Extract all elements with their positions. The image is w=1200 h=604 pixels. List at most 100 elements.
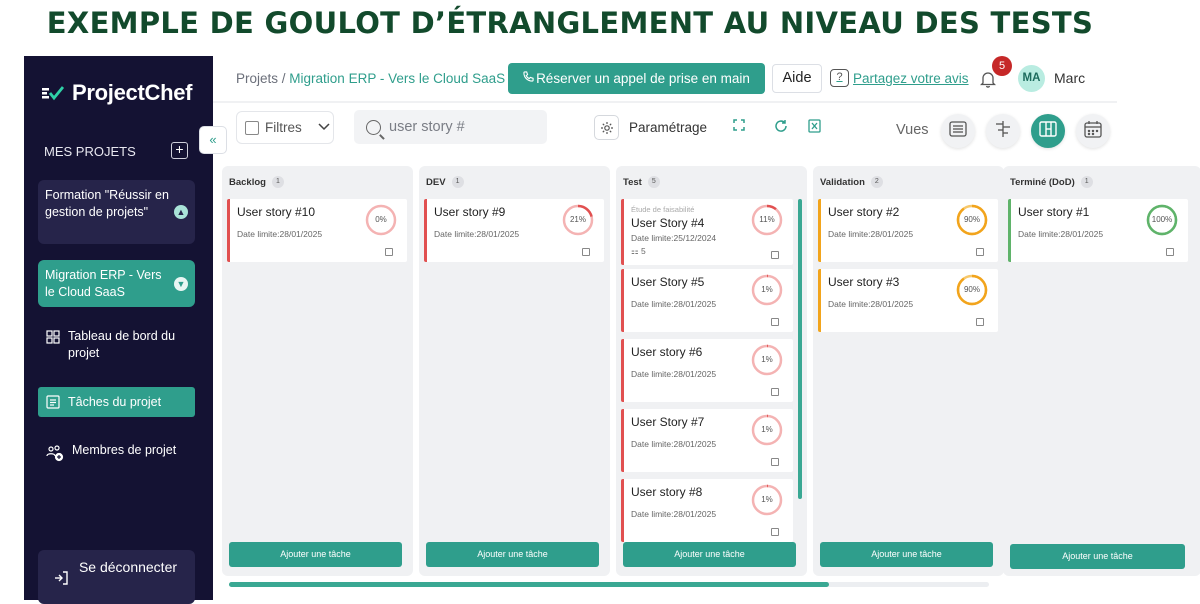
progress-label: 90% [963,215,980,224]
project-card-migration[interactable]: Migration ERP - Vers le Cloud SaaS ▼ [38,260,195,307]
bell-icon[interactable] [979,71,997,88]
logo[interactable]: ProjectChef [42,80,192,106]
column-title: DEV [426,176,446,188]
edit-icon[interactable] [976,318,984,326]
chevron-down-icon[interactable]: ▼ [174,276,188,291]
task-card[interactable]: Étude de faisabilité User Story #4 Date li… [621,199,793,265]
progress-ring: 0% [365,204,397,236]
feedback-label: Partagez votre avis [853,70,969,86]
subtask-count: 5 [640,246,646,256]
progress-label: 100% [1151,215,1173,224]
chevron-up-icon[interactable]: ▲ [174,205,188,219]
chevron-down-icon [318,122,330,134]
edit-icon[interactable] [976,248,984,256]
edit-icon[interactable] [771,458,779,466]
column-header: DEV 1 [426,176,464,188]
gear-icon [600,122,614,138]
progress-ring: 100% [1146,204,1178,236]
breadcrumb: Projets / Migration ERP - Vers le Cloud … [236,71,505,86]
kanban-view-icon [1039,120,1057,142]
edit-icon[interactable] [771,251,779,259]
excel-export-icon[interactable] [808,119,821,137]
kanban-column: Terminé (DoD) 1 User story #1 Date limite:2… [1003,166,1200,576]
notification-badge: 5 [992,56,1012,76]
edit-icon[interactable] [1166,248,1174,256]
progress-label: 11% [759,215,775,224]
edit-icon[interactable] [771,528,779,536]
progress-label: 1% [761,495,773,504]
task-card[interactable]: User Story #5 Date limite:28/01/2025 1% [621,269,793,332]
collapse-sidebar-button[interactable]: « [199,126,227,154]
task-card[interactable]: User story #2 Date limite:28/01/2025 90% [818,199,998,262]
list-view-icon [949,120,967,142]
calendar-view-icon [1084,120,1102,143]
nav-dashboard[interactable]: Tableau de bord du projet [38,328,195,362]
view-gantt-button[interactable] [986,114,1020,148]
view-list-button[interactable] [941,114,975,148]
nav-members[interactable]: Membres de projet [38,442,195,462]
kanban-column: DEV 1 User story #9 Date limite:28/01/2025 2… [419,166,610,576]
task-card[interactable]: User story #3 Date limite:28/01/2025 90% [818,269,998,332]
column-count-badge: 2 [870,176,883,188]
fullscreen-icon[interactable] [733,119,745,135]
add-task-button[interactable]: Ajouter une tâche [229,542,402,567]
logout-button[interactable]: Se déconnecter [38,550,195,604]
members-icon [46,444,64,462]
gantt-view-icon [994,120,1012,143]
filters-dropdown[interactable]: Filtres [236,111,334,144]
column-header: Validation 2 [820,176,883,188]
view-calendar-button[interactable] [1076,114,1110,148]
refresh-icon[interactable] [774,119,788,137]
progress-ring: 1% [751,414,783,446]
edit-icon[interactable] [582,248,590,256]
task-card[interactable]: User Story #7 Date limite:28/01/2025 1% [621,409,793,472]
search-input[interactable] [389,119,529,135]
breadcrumb-current[interactable]: Migration ERP - Vers le Cloud SaaS [289,71,505,86]
add-task-button[interactable]: Ajouter une tâche [623,542,796,567]
task-card[interactable]: User story #1 Date limite:28/01/2025 100% [1008,199,1188,262]
nav-tasks[interactable]: Tâches du projet [38,387,195,417]
task-card[interactable]: User story #6 Date limite:28/01/2025 1% [621,339,793,402]
task-card[interactable]: User story #10 Date limite:28/01/2025 0% [227,199,407,262]
logo-check-icon [42,85,65,101]
add-task-button[interactable]: Ajouter une tâche [426,542,599,567]
logout-label: Se déconnecter [78,559,178,575]
book-call-label: Réserver un appel de prise en main [536,71,750,86]
avatar[interactable]: MA [1018,65,1045,92]
column-title: Backlog [229,176,266,188]
book-call-button[interactable]: Réserver un appel de prise en main [508,63,765,94]
column-scrollbar[interactable] [798,199,802,499]
kanban-column: Backlog 1 User story #10 Date limite:28/01/… [222,166,413,576]
edit-icon[interactable] [771,388,779,396]
breadcrumb-root[interactable]: Projets [236,71,278,86]
task-card[interactable]: User story #8 Date limite:28/01/2025 1% [621,479,793,542]
settings-button[interactable] [594,115,619,140]
horizontal-scrollbar-thumb[interactable] [229,582,829,587]
logout-icon [54,570,68,590]
progress-label: 1% [761,285,773,294]
edit-icon[interactable] [771,318,779,326]
progress-ring: 21% [562,204,594,236]
settings-label[interactable]: Paramétrage [629,120,707,135]
task-card[interactable]: User story #9 Date limite:28/01/2025 21% [424,199,604,262]
logo-text: ProjectChef [72,80,193,105]
progress-label: 1% [761,425,773,434]
add-task-button[interactable]: Ajouter une tâche [820,542,993,567]
filters-label: Filtres [265,120,302,135]
projects-section-label: MES PROJETS [44,144,136,159]
divider [213,101,1117,103]
edit-icon[interactable] [385,248,393,256]
project-name: Migration ERP - Vers le Cloud SaaS [45,268,162,299]
help-button[interactable]: Aide [772,64,822,93]
page-headline: EXEMPLE DE GOULOT D’ÉTRANGLEMENT AU NIVE… [46,6,1094,40]
view-kanban-button[interactable] [1031,114,1065,148]
project-card-formation[interactable]: Formation "Réussir en gestion de projets… [38,180,195,244]
list-icon [46,395,60,409]
add-task-button[interactable]: Ajouter une tâche [1010,544,1185,569]
feedback-link[interactable]: ? Partagez votre avis [830,69,969,87]
kanban-column: Validation 2 User story #2 Date limite:28/0… [813,166,1004,576]
add-project-button[interactable]: + [171,142,188,159]
column-title: Validation [820,176,865,188]
phone-icon [523,62,534,93]
card-subtasks: ⚏ 5 [631,246,786,257]
